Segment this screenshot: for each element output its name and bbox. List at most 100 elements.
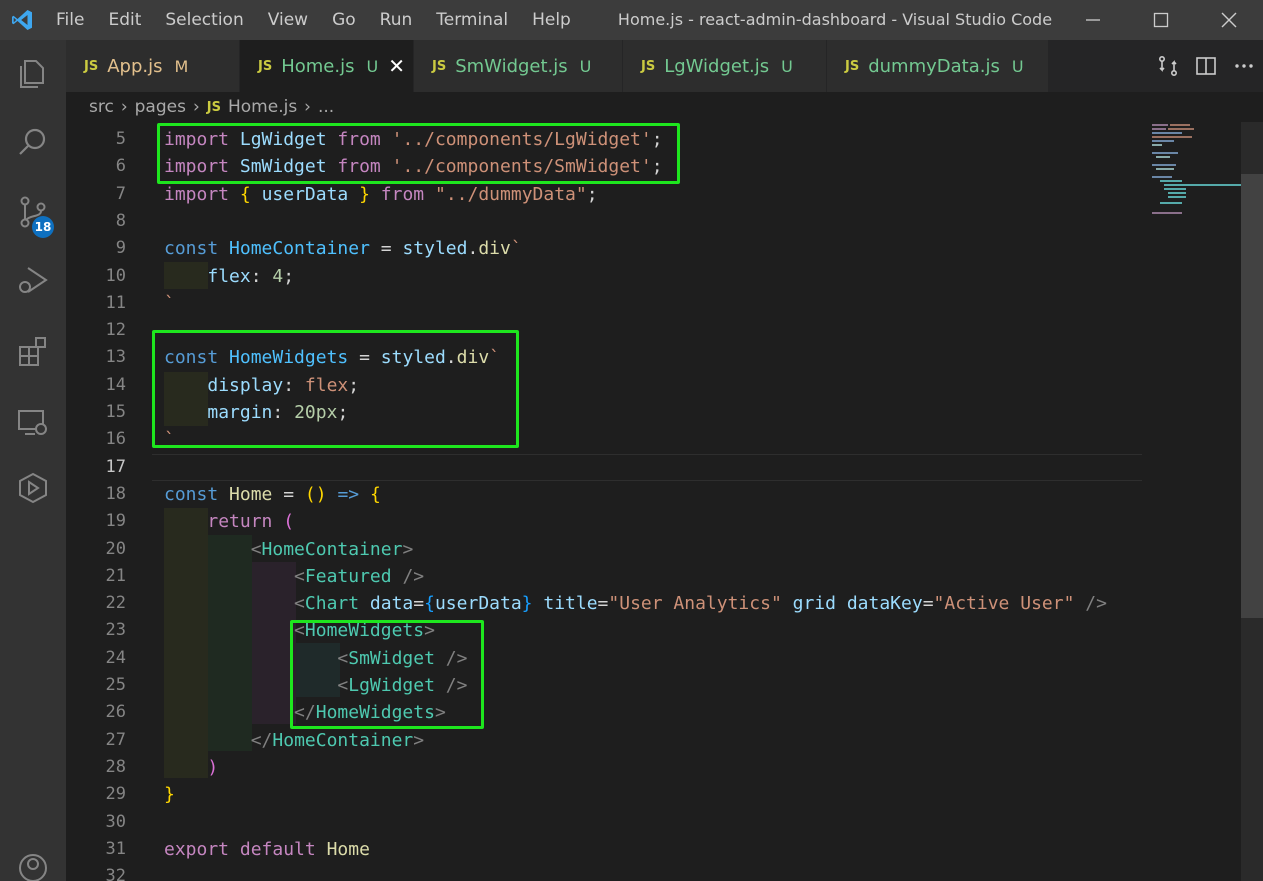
- menu-help[interactable]: Help: [520, 0, 583, 40]
- code-token: :: [250, 265, 273, 287]
- code-line[interactable]: 28 ): [66, 754, 1141, 781]
- code-token: ;: [283, 265, 295, 287]
- explorer-icon[interactable]: [0, 46, 66, 102]
- code-token: `: [164, 292, 175, 314]
- minimize-button[interactable]: [1059, 0, 1127, 40]
- close-tab-icon[interactable]: ✕: [388, 56, 405, 76]
- line-number: 11: [105, 292, 126, 313]
- chevron-right-icon: ›: [120, 97, 128, 117]
- code-token: Home: [229, 483, 273, 505]
- vscode-logo-icon[interactable]: [0, 0, 44, 40]
- code-token: 4: [272, 265, 284, 287]
- tab-smwidget-js[interactable]: JS SmWidget.js U: [414, 40, 623, 92]
- code-line[interactable]: 30: [66, 809, 1141, 836]
- split-editor-icon[interactable]: [1187, 40, 1225, 92]
- code-line[interactable]: 22 <Chart data={userData} title="User An…: [66, 590, 1141, 617]
- accounts-icon[interactable]: [0, 840, 66, 881]
- code-line[interactable]: 11 `: [66, 290, 1141, 317]
- minimap[interactable]: [1144, 122, 1248, 881]
- code-token: =: [272, 483, 305, 505]
- tab-home-js[interactable]: JS Home.js U ✕: [240, 40, 414, 92]
- menu-go[interactable]: Go: [320, 0, 368, 40]
- line-number: 30: [105, 811, 126, 832]
- js-file-icon: JS: [845, 58, 860, 74]
- tab-app-js[interactable]: JS App.js M: [66, 40, 240, 92]
- breadcrumb-file[interactable]: Home.js: [228, 97, 297, 117]
- code-line[interactable]: 20 <HomeContainer>: [66, 536, 1141, 563]
- code-line[interactable]: 10 flex: 4;: [66, 263, 1141, 290]
- code-line[interactable]: 32: [66, 863, 1141, 881]
- menu-terminal[interactable]: Terminal: [424, 0, 520, 40]
- line-number: 24: [105, 647, 126, 668]
- vertical-scrollbar-thumb[interactable]: [1241, 174, 1263, 618]
- code-line[interactable]: 9 const HomeContainer = styled.div`: [66, 235, 1141, 262]
- code-text: }: [164, 781, 175, 808]
- code-line[interactable]: 18 const Home = () => {: [66, 481, 1141, 508]
- code-token: userData: [434, 593, 522, 615]
- more-actions-icon[interactable]: [1225, 40, 1263, 92]
- line-number: 20: [105, 538, 126, 559]
- code-text: const HomeContainer = styled.div`: [164, 235, 522, 262]
- code-text: export default Home: [164, 836, 370, 863]
- code-line[interactable]: 21 <Featured />: [66, 563, 1141, 590]
- code-line[interactable]: 19 return (: [66, 508, 1141, 535]
- code-token: >: [402, 538, 414, 560]
- search-icon[interactable]: [0, 114, 66, 170]
- code-text: `: [164, 290, 175, 317]
- code-token: />: [1085, 593, 1107, 615]
- menu-run[interactable]: Run: [368, 0, 425, 40]
- code-token: <: [294, 565, 305, 587]
- menu-file[interactable]: File: [44, 0, 96, 40]
- line-number: 15: [105, 402, 126, 422]
- tab-label: SmWidget.js: [455, 55, 568, 77]
- line-number: 17: [105, 456, 126, 477]
- menu-edit[interactable]: Edit: [96, 0, 153, 40]
- run-debug-icon[interactable]: [0, 252, 66, 308]
- code-line[interactable]: 31 export default Home: [66, 836, 1141, 863]
- code-token: HomeContainer: [229, 238, 370, 260]
- tab-dummydata-js[interactable]: JS dummyData.js U: [827, 40, 1049, 92]
- menu-selection[interactable]: Selection: [153, 0, 255, 40]
- code-token: default: [239, 838, 316, 860]
- tab-lgwidget-js[interactable]: JS LgWidget.js U: [623, 40, 827, 92]
- code-line[interactable]: 23 <HomeWidgets>: [66, 617, 1141, 644]
- breadcrumb-symbol[interactable]: ...: [318, 97, 334, 117]
- source-control-icon[interactable]: 18: [0, 184, 66, 240]
- code-token: />: [402, 565, 425, 587]
- tab-status: U: [1011, 56, 1024, 76]
- code-line[interactable]: 7 import { userData } from "../dummyData"…: [66, 181, 1141, 208]
- code-line[interactable]: 29}: [66, 781, 1141, 808]
- menu-view[interactable]: View: [256, 0, 320, 40]
- code-editor[interactable]: 5 import LgWidget from '../components/LgW…: [66, 122, 1263, 881]
- highlight-box-imports: [157, 123, 680, 184]
- code-line[interactable]: 24 <SmWidget />: [66, 645, 1141, 672]
- tab-status: U: [579, 56, 592, 76]
- line-number: 21: [105, 565, 126, 586]
- code-line[interactable]: 17: [66, 454, 1141, 481]
- breadcrumb-src[interactable]: src: [89, 97, 114, 117]
- open-changes-icon[interactable]: [1149, 40, 1187, 92]
- code-token: {: [424, 593, 435, 615]
- remote-explorer-icon[interactable]: [0, 394, 66, 450]
- js-file-icon: JS: [432, 58, 447, 74]
- code-line[interactable]: 27 </HomeContainer>: [66, 727, 1141, 754]
- breadcrumb-pages[interactable]: pages: [135, 97, 186, 117]
- code-line[interactable]: 26 </HomeWidgets>: [66, 699, 1141, 726]
- code-token: </: [250, 729, 273, 751]
- maximize-button[interactable]: [1127, 0, 1195, 40]
- close-window-button[interactable]: [1195, 0, 1263, 40]
- line-number: 32: [105, 866, 126, 881]
- line-number: 13: [105, 347, 126, 368]
- docker-icon[interactable]: [0, 460, 66, 516]
- code-line[interactable]: 8: [66, 208, 1141, 235]
- code-token: export: [164, 838, 230, 860]
- code-line[interactable]: 25 <LgWidget />: [66, 672, 1141, 699]
- extensions-icon[interactable]: [0, 324, 66, 380]
